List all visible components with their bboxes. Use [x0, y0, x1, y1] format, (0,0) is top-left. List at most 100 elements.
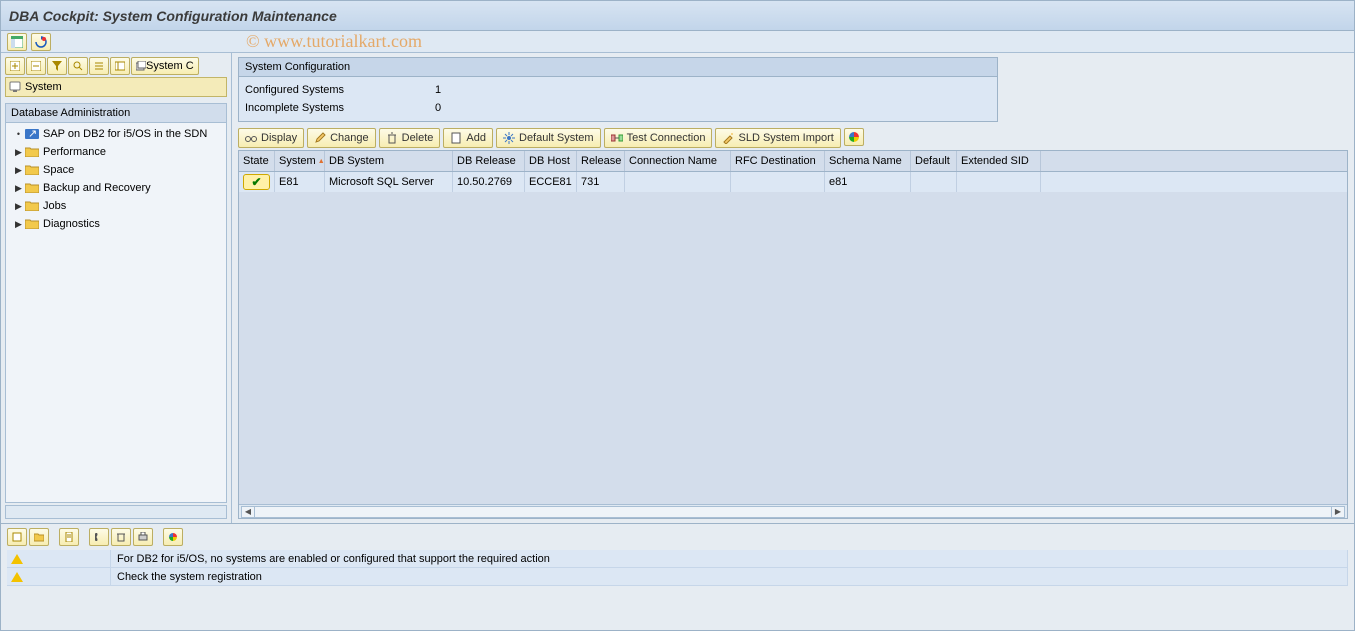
system-icon: [9, 81, 21, 93]
warning-icon: [11, 554, 23, 564]
button-label: Display: [261, 132, 297, 144]
tree-item-label: Performance: [43, 146, 106, 158]
trash-icon: [386, 132, 398, 144]
col-state[interactable]: State: [239, 151, 275, 171]
col-system[interactable]: System▲: [275, 151, 325, 171]
message-row[interactable]: For DB2 for i5/OS, no systems are enable…: [7, 550, 1348, 568]
warning-icon: [11, 572, 23, 582]
expand-icon[interactable]: [5, 57, 25, 75]
cell-state: ✔: [239, 172, 275, 192]
tree-item-label: Backup and Recovery: [43, 182, 151, 194]
button-label: Delete: [402, 132, 434, 144]
tree-item-jobs[interactable]: ▶ Jobs: [6, 197, 226, 215]
tree-item-sdn[interactable]: • ↗ SAP on DB2 for i5/OS in the SDN: [6, 125, 226, 143]
change-button[interactable]: Change: [307, 128, 376, 148]
folder-icon: [25, 165, 39, 175]
message-row[interactable]: Check the system registration: [7, 568, 1348, 586]
folder-icon: [25, 201, 39, 211]
tree-find-icon[interactable]: [68, 57, 88, 75]
msg-print-icon[interactable]: [133, 528, 153, 546]
cell-rfc: [731, 172, 825, 192]
cell-extsid: [957, 172, 1041, 192]
folder-icon: [25, 183, 39, 193]
msg-phone-icon[interactable]: [89, 528, 109, 546]
scroll-left-icon[interactable]: ◀: [241, 506, 255, 518]
tree-system-c-label: System C: [146, 60, 194, 72]
configured-value: 1: [435, 84, 441, 96]
sort-indicator-icon: ▲: [318, 158, 325, 165]
tree-view-icon[interactable]: [110, 57, 130, 75]
system-selector[interactable]: System: [5, 77, 227, 97]
tree-filter-icon[interactable]: [47, 57, 67, 75]
color-legend-button[interactable]: [844, 128, 864, 146]
navigation-pane: System C System Database Administration …: [1, 53, 232, 523]
page-title: DBA Cockpit: System Configuration Mainte…: [9, 8, 337, 24]
watermark: © www.tutorialkart.com: [246, 31, 422, 52]
display-button[interactable]: Display: [238, 128, 304, 148]
expand-arrow-icon: ▶: [14, 147, 23, 158]
folder-icon: [25, 219, 39, 229]
col-dbrelease[interactable]: DB Release: [453, 151, 525, 171]
msg-delete-icon[interactable]: [111, 528, 131, 546]
button-label: Test Connection: [627, 132, 706, 144]
panel-title: System Configuration: [239, 58, 997, 77]
add-button[interactable]: Add: [443, 128, 493, 148]
layout-icon[interactable]: [7, 33, 27, 51]
expand-arrow-icon: ▶: [14, 219, 23, 230]
button-label: SLD System Import: [738, 132, 833, 144]
link-icon: ↗: [25, 129, 39, 139]
configured-row: Configured Systems 1: [245, 81, 991, 99]
main-area: System Configuration Configured Systems …: [232, 53, 1354, 523]
collapse-icon[interactable]: [26, 57, 46, 75]
grid-header: State System▲ DB System DB Release DB Ho…: [239, 151, 1347, 172]
color-wheel-icon: [848, 131, 860, 143]
cell-schema: e81: [825, 172, 911, 192]
connection-icon: [611, 132, 623, 144]
table-row[interactable]: ✔ E81 Microsoft SQL Server 10.50.2769 EC…: [239, 172, 1347, 192]
expand-arrow-icon: ▶: [14, 165, 23, 176]
wizard-icon: [722, 132, 734, 144]
col-rfc[interactable]: RFC Destination: [731, 151, 825, 171]
glasses-icon: [245, 132, 257, 144]
cell-dbsystem: Microsoft SQL Server: [325, 172, 453, 192]
col-release[interactable]: Release: [577, 151, 625, 171]
bullet-icon: •: [14, 129, 23, 139]
tree-system-c-button[interactable]: System C: [131, 57, 199, 75]
grid-scrollbar[interactable]: ◀ ▶: [239, 504, 1347, 518]
tree-item-diagnostics[interactable]: ▶ Diagnostics: [6, 215, 226, 233]
msg-doc-icon[interactable]: [59, 528, 79, 546]
col-default[interactable]: Default: [911, 151, 957, 171]
tree-item-space[interactable]: ▶ Space: [6, 161, 226, 179]
tree-item-performance[interactable]: ▶ Performance: [6, 143, 226, 161]
message-toolbar: [7, 528, 1348, 546]
tree-item-label: SAP on DB2 for i5/OS in the SDN: [43, 128, 207, 140]
msg-new-icon[interactable]: [7, 528, 27, 546]
refresh-icon[interactable]: [31, 33, 51, 51]
cell-connection: [625, 172, 731, 192]
msg-open-icon[interactable]: [29, 528, 49, 546]
message-text: For DB2 for i5/OS, no systems are enable…: [111, 550, 1348, 567]
col-extsid[interactable]: Extended SID: [957, 151, 1041, 171]
tree-item-backup[interactable]: ▶ Backup and Recovery: [6, 179, 226, 197]
test-connection-button[interactable]: Test Connection: [604, 128, 713, 148]
incomplete-value: 0: [435, 102, 441, 114]
application-toolbar: © www.tutorialkart.com: [1, 31, 1354, 53]
delete-button[interactable]: Delete: [379, 128, 441, 148]
cell-dbhost: ECCE81: [525, 172, 577, 192]
col-dbsystem[interactable]: DB System: [325, 151, 453, 171]
button-label: Add: [466, 132, 486, 144]
tree-toolbar: System C: [5, 57, 227, 75]
col-schema[interactable]: Schema Name: [825, 151, 911, 171]
system-label: System: [25, 81, 62, 93]
msg-legend-icon[interactable]: [163, 528, 183, 546]
col-dbhost[interactable]: DB Host: [525, 151, 577, 171]
tree-menu-icon[interactable]: [89, 57, 109, 75]
col-connection[interactable]: Connection Name: [625, 151, 731, 171]
cell-dbrelease: 10.50.2769: [453, 172, 525, 192]
default-system-button[interactable]: Default System: [496, 128, 601, 148]
sld-import-button[interactable]: SLD System Import: [715, 128, 840, 148]
tree-scrollbar[interactable]: [5, 505, 227, 519]
scroll-track[interactable]: [255, 506, 1331, 518]
message-area: For DB2 for i5/OS, no systems are enable…: [1, 523, 1354, 619]
scroll-right-icon[interactable]: ▶: [1331, 506, 1345, 518]
